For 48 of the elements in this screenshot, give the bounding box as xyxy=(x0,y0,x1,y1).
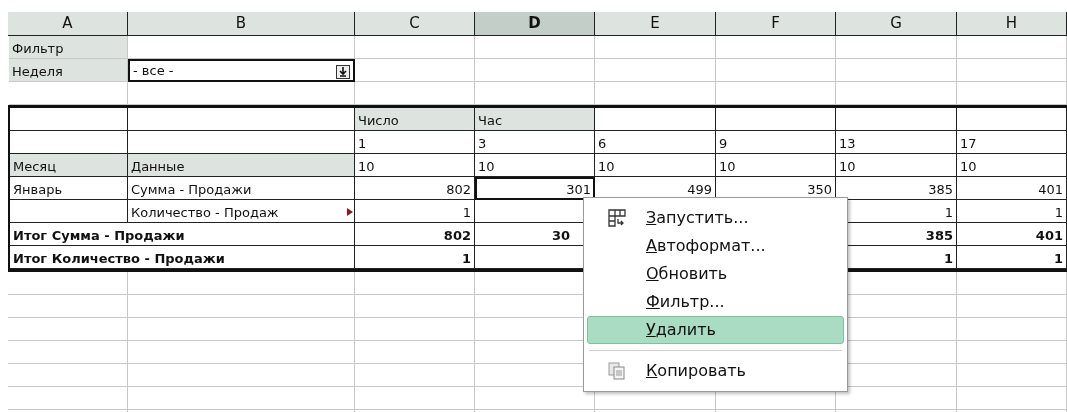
table-cell: 9 xyxy=(716,131,836,154)
table-cell: 401 xyxy=(957,177,1067,200)
total-label-cell: Итог Количество - Продажи xyxy=(10,246,355,269)
column-header[interactable]: B xyxy=(128,12,355,35)
table-cell: 802 xyxy=(355,223,475,246)
column-header[interactable]: F xyxy=(716,12,836,35)
table-cell: 1 xyxy=(355,246,475,269)
column-header[interactable]: G xyxy=(836,12,957,35)
copy-icon xyxy=(608,362,626,380)
menu-item[interactable]: Копировать xyxy=(587,357,844,385)
column-header[interactable]: H xyxy=(957,12,1067,35)
field-label-cell: Фильтр xyxy=(9,36,128,59)
column-header[interactable]: A xyxy=(8,12,128,35)
column-header[interactable]: E xyxy=(595,12,716,35)
total-label-cell: Итог Сумма - Продажи xyxy=(10,223,355,246)
table-icon xyxy=(608,209,626,227)
table-cell: 13 xyxy=(836,131,957,154)
field-label-cell: Месяц xyxy=(10,154,128,177)
table-cell: Количество - Продаж xyxy=(128,200,355,223)
menu-item[interactable]: Фильтр... xyxy=(587,288,844,316)
menu-item[interactable]: Удалить xyxy=(587,316,844,344)
field-label-cell: Число xyxy=(355,108,475,131)
table-cell: Сумма - Продажи xyxy=(128,177,355,200)
table-cell: 3 xyxy=(475,131,595,154)
table-cell: 10 xyxy=(957,154,1067,177)
table-cell: 6 xyxy=(595,131,716,154)
column-header[interactable]: C xyxy=(355,12,475,35)
table-cell: 1 xyxy=(355,200,475,223)
table-cell: 10 xyxy=(836,154,957,177)
table-cell[interactable]: 301 xyxy=(475,177,595,200)
table-cell: 1 xyxy=(355,131,475,154)
table-cell: 17 xyxy=(957,131,1067,154)
column-header[interactable]: D xyxy=(475,12,595,35)
filter-dropdown[interactable]: - все - xyxy=(128,59,355,82)
overflow-arrow-icon xyxy=(347,208,353,216)
field-label-cell: Данные xyxy=(128,154,355,177)
field-label-cell: Неделя xyxy=(9,59,128,82)
table-cell: 1 xyxy=(957,246,1067,269)
table-cell: 802 xyxy=(355,177,475,200)
table-cell: 10 xyxy=(355,154,475,177)
table-cell: 10 xyxy=(595,154,716,177)
table-cell: 401 xyxy=(957,223,1067,246)
table-cell: 10 xyxy=(716,154,836,177)
dropdown-arrow-icon xyxy=(336,65,350,79)
table-cell: Январь xyxy=(10,177,128,200)
table-cell: 1 xyxy=(957,200,1067,223)
table-cell: 10 xyxy=(475,154,595,177)
field-label-cell: Час xyxy=(475,108,595,131)
